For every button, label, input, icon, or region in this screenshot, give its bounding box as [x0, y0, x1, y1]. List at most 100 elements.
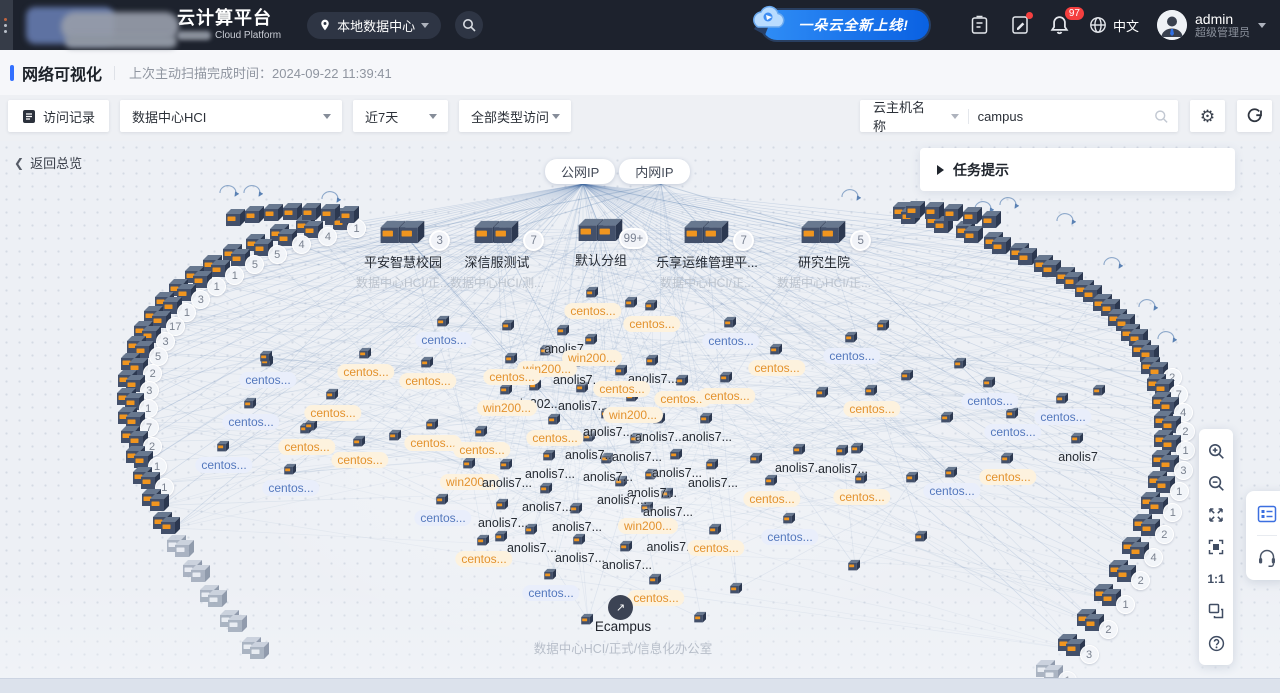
back-to-overview-link[interactable]: ❮ 返回总览	[14, 153, 82, 172]
vm-icon[interactable]	[1092, 383, 1107, 402]
vm-node[interactable]: centos...	[923, 483, 980, 499]
server-stack-node[interactable]: 3	[1064, 636, 1094, 662]
vm-icon[interactable]	[648, 572, 663, 591]
vm-icon[interactable]	[645, 353, 660, 372]
server-node[interactable]	[224, 206, 254, 232]
vm-node[interactable]: anolis7...	[472, 515, 534, 531]
vm-node[interactable]: centos...	[1034, 409, 1091, 425]
vm-node[interactable]: anolis7...	[476, 475, 538, 491]
audit-doc-icon[interactable]	[1009, 14, 1031, 36]
server-stack-node[interactable]: 1	[1100, 586, 1130, 612]
vm-node[interactable]: centos...	[195, 457, 252, 473]
vm-node[interactable]: centos...	[823, 348, 880, 364]
vm-node[interactable]: anolis7	[1052, 449, 1104, 465]
server-stack-node[interactable]: 2	[1083, 611, 1113, 637]
vm-icon[interactable]	[876, 318, 891, 337]
vm-icon[interactable]	[542, 448, 557, 467]
ecampus-node[interactable]: Ecampus数据中心HCI/正式/信息化办公室	[463, 619, 783, 657]
vm-icon[interactable]	[835, 443, 850, 462]
vm-node[interactable]: anolis7...	[546, 519, 608, 535]
vm-node[interactable]: anolis7...	[577, 469, 639, 485]
vm-icon[interactable]	[425, 417, 440, 436]
vm-icon[interactable]	[474, 424, 489, 443]
vm-node[interactable]: centos...	[278, 439, 335, 455]
vm-icon[interactable]	[729, 581, 744, 600]
vm-node[interactable]: win200...	[618, 518, 678, 534]
vm-icon[interactable]	[944, 465, 959, 484]
vm-node[interactable]: centos...	[304, 405, 361, 421]
vm-node[interactable]: centos...	[522, 585, 579, 601]
group-node-5[interactable]: 5研究生院数据中心HCI/正...	[749, 217, 899, 291]
access-type-select[interactable]: 全部类型访问	[459, 100, 571, 132]
promo-banner[interactable]: 一朵云全新上线!	[762, 10, 929, 40]
refresh-button[interactable]	[1237, 100, 1272, 132]
vm-icon[interactable]	[325, 387, 340, 406]
vm-node[interactable]: centos...	[455, 551, 512, 567]
vm-icon[interactable]	[769, 342, 784, 361]
search-field-select[interactable]: 云主机名称	[860, 97, 968, 135]
nav-menu-strip[interactable]	[0, 0, 13, 50]
vm-node[interactable]: centos...	[743, 491, 800, 507]
vm-icon[interactable]	[556, 323, 571, 342]
vm-icon[interactable]	[699, 411, 714, 430]
ecampus-icon[interactable]: ↗	[608, 595, 633, 620]
vm-icon[interactable]	[900, 368, 915, 387]
time-range-select[interactable]: 近7天	[353, 100, 448, 132]
vm-node[interactable]: centos...	[833, 489, 890, 505]
vm-icon[interactable]	[283, 462, 298, 481]
vm-node[interactable]: anolis7...	[516, 499, 578, 515]
support-button[interactable]	[1252, 545, 1280, 569]
vm-node[interactable]: centos...	[623, 316, 680, 332]
vm-node[interactable]: win200...	[603, 407, 663, 423]
vm-icon[interactable]	[495, 497, 510, 516]
vm-node[interactable]: centos...	[483, 369, 540, 385]
vm-icon[interactable]	[723, 315, 738, 334]
datacenter-filter-select[interactable]: 数据中心HCI	[120, 100, 342, 132]
tab-public-ip[interactable]: 公网IP	[545, 159, 615, 184]
vm-icon[interactable]	[624, 295, 639, 314]
vm-node[interactable]: centos...	[399, 373, 456, 389]
vm-icon[interactable]	[982, 375, 997, 394]
fullscreen-button[interactable]	[1199, 500, 1233, 530]
vm-node[interactable]: anolis7...	[682, 475, 744, 491]
vm-node[interactable]: centos...	[761, 529, 818, 545]
vm-icon[interactable]	[782, 511, 797, 530]
help-button[interactable]	[1199, 628, 1233, 658]
global-search-button[interactable]	[455, 11, 483, 39]
server-stack-node[interactable]	[248, 639, 278, 665]
vm-icon[interactable]	[844, 330, 859, 349]
vm-icon[interactable]	[1000, 451, 1015, 470]
datacenter-select[interactable]: 本地数据中心	[307, 12, 441, 39]
vm-icon[interactable]	[847, 558, 862, 577]
vm-icon[interactable]	[864, 383, 879, 402]
vm-node[interactable]: centos...	[627, 590, 684, 606]
vm-icon[interactable]	[436, 314, 451, 333]
vm-icon[interactable]	[435, 492, 450, 511]
vm-icon[interactable]	[352, 434, 367, 453]
vm-icon[interactable]	[719, 370, 734, 389]
zoom-out-button[interactable]	[1199, 468, 1233, 498]
vm-icon[interactable]	[792, 442, 807, 461]
vm-node[interactable]: anolis7...	[676, 429, 738, 445]
vm-node[interactable]: centos...	[702, 333, 759, 349]
zoom-in-button[interactable]	[1199, 436, 1233, 466]
task-hint-panel[interactable]: 任务提示	[920, 148, 1235, 191]
vm-icon[interactable]	[259, 349, 274, 368]
vm-node[interactable]: centos...	[526, 430, 583, 446]
vm-node[interactable]: win200...	[477, 400, 537, 416]
vm-icon[interactable]	[850, 441, 865, 460]
vm-icon[interactable]	[708, 522, 723, 541]
vm-icon[interactable]	[358, 346, 373, 365]
vm-node[interactable]: centos...	[984, 424, 1041, 440]
server-stack-node[interactable]: 2	[1115, 562, 1145, 588]
vm-icon[interactable]	[619, 539, 634, 558]
vm-node[interactable]: centos...	[414, 510, 471, 526]
vm-icon[interactable]	[547, 412, 562, 431]
language-switch[interactable]: 中文	[1089, 16, 1139, 35]
vm-icon[interactable]	[1055, 391, 1070, 410]
vm-node[interactable]: centos...	[453, 442, 510, 458]
access-records-button[interactable]: 访问记录	[8, 100, 109, 132]
vm-node[interactable]: anolis7...	[812, 461, 874, 477]
vm-node[interactable]: centos...	[337, 364, 394, 380]
vm-node[interactable]: anolis7...	[606, 449, 668, 465]
